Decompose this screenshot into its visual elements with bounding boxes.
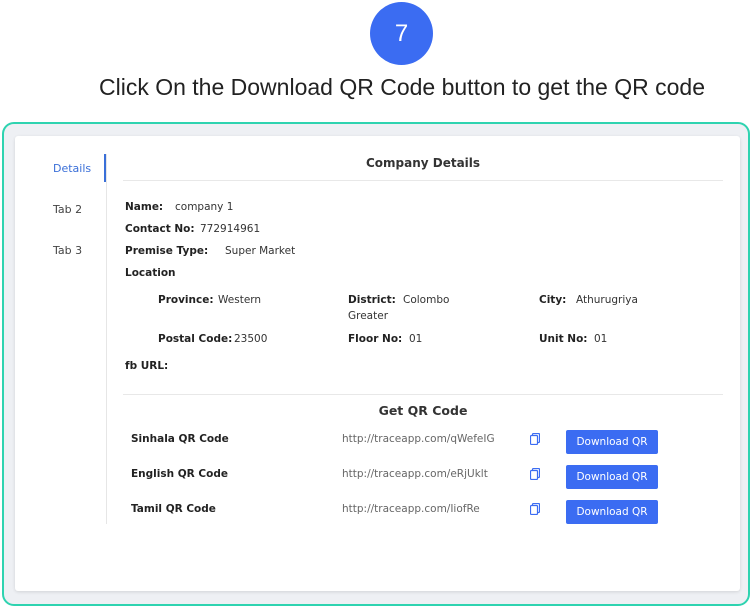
tab-details[interactable]: Details (53, 162, 91, 175)
copy-icon[interactable] (530, 503, 540, 515)
premise-value: Super Market (225, 245, 296, 257)
step-badge: 7 (370, 2, 433, 65)
unit-no-label: Unit No: (539, 333, 588, 345)
location-label: Location (125, 267, 176, 279)
english-qr-url: http://traceapp.com/eRjUklt (342, 468, 488, 480)
postal-code-value: 23500 (234, 333, 268, 345)
download-sinhala-qr-button[interactable]: Download QR (566, 430, 658, 454)
tab-3[interactable]: Tab 3 (53, 244, 82, 257)
company-details-title: Company Details (365, 156, 481, 170)
contact-label: Contact No: (125, 223, 195, 235)
tamil-qr-url: http://traceapp.com/IiofRe (342, 503, 480, 515)
sinhala-qr-label: Sinhala QR Code (131, 433, 229, 445)
download-english-qr-button[interactable]: Download QR (566, 465, 658, 489)
fb-url-label: fb URL: (125, 360, 169, 372)
postal-code-label: Postal Code: (158, 333, 233, 345)
title-divider (123, 180, 723, 181)
english-qr-label: English QR Code (131, 468, 228, 480)
province-label: Province: (158, 294, 214, 306)
premise-label: Premise Type: (125, 245, 209, 257)
tab-divider (106, 154, 107, 524)
download-tamil-qr-button[interactable]: Download QR (566, 500, 658, 524)
city-label: City: (539, 294, 567, 306)
province-value: Western (218, 294, 262, 306)
tab-2[interactable]: Tab 2 (53, 203, 82, 216)
instruction-text: Click On the Download QR Code button to … (99, 74, 705, 100)
contact-value: 772914961 (200, 223, 261, 235)
step-number: 7 (394, 19, 409, 47)
floor-no-label: Floor No: (348, 333, 403, 345)
district-value: Colombo Greater (348, 294, 450, 322)
floor-no-value: 01 (409, 333, 423, 345)
get-qr-code-title: Get QR Code (378, 403, 468, 418)
name-value: company 1 (175, 201, 234, 213)
copy-icon[interactable] (530, 468, 540, 480)
section-divider (123, 394, 723, 395)
tamil-qr-label: Tamil QR Code (131, 503, 216, 515)
unit-no-value: 01 (594, 333, 608, 345)
copy-icon[interactable] (530, 433, 540, 445)
city-value: Athurugriya (576, 294, 638, 306)
name-label: Name: (125, 201, 164, 213)
sinhala-qr-url: http://traceapp.com/qWefeIG (342, 433, 495, 445)
